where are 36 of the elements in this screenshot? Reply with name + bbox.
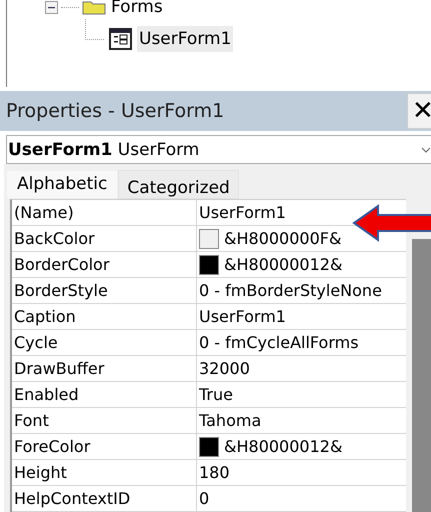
- property-value[interactable]: 0 - fmBorderStyleNone: [197, 278, 382, 303]
- property-value[interactable]: 32000: [197, 356, 250, 381]
- property-name: (Name): [12, 200, 197, 225]
- scrollbar[interactable]: [412, 239, 431, 512]
- property-value[interactable]: UserForm1: [197, 304, 286, 329]
- property-value[interactable]: UserForm1: [197, 200, 286, 225]
- object-dropdown[interactable]: UserForm1 UserForm: [6, 135, 431, 164]
- property-name: BackColor: [12, 226, 197, 251]
- chevron-icon: [421, 146, 431, 153]
- property-value[interactable]: &H80000012&: [197, 434, 342, 459]
- property-value[interactable]: 0 - fmCycleAllForms: [197, 330, 359, 355]
- property-name: DrawBuffer: [12, 356, 197, 381]
- property-value[interactable]: 180: [197, 460, 230, 485]
- panel-title: Properties - UserForm1: [6, 100, 224, 122]
- property-name: Cycle: [12, 330, 197, 355]
- form-icon: [109, 28, 132, 50]
- property-value[interactable]: Tahoma: [197, 408, 262, 433]
- tab[interactable]: Categorized: [118, 170, 239, 199]
- close-button[interactable]: ✕: [407, 93, 431, 130]
- property-name: ForeColor: [12, 434, 197, 459]
- property-name: HelpContextID: [12, 486, 197, 511]
- arrow-icon: [352, 204, 431, 242]
- property-value[interactable]: 0: [197, 486, 210, 511]
- property-name: Height: [12, 460, 197, 485]
- property-value[interactable]: True: [197, 382, 233, 407]
- tree-item[interactable]: UserForm1: [137, 26, 234, 52]
- property-value[interactable]: &H80000012&: [197, 252, 342, 277]
- property-name: Enabled: [12, 382, 197, 407]
- collapse-toggle[interactable]: [45, 0, 58, 14]
- property-name: Caption: [12, 304, 197, 329]
- property-name: Font: [12, 408, 197, 433]
- tab[interactable]: Alphabetic: [6, 170, 118, 199]
- folder-icon: [82, 0, 106, 15]
- property-name: BorderColor: [12, 252, 197, 277]
- property-name: BorderStyle: [12, 278, 197, 303]
- property-value[interactable]: &H8000000F&: [197, 226, 342, 251]
